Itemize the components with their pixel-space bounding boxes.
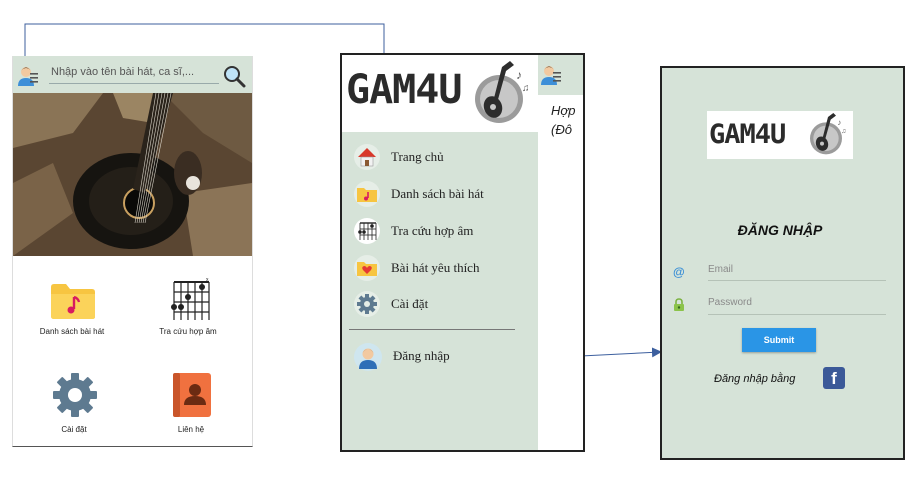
menu-item-favorites[interactable]: Bài hát yêu thích [354,253,534,283]
lock-icon [674,298,684,311]
tile-label-chord-lookup: Tra cứu hợp âm [159,327,217,336]
home-top-bar: Nhập vào tên bài hát, ca sĩ,... [13,56,252,93]
menu-divider [349,329,515,330]
gear-icon [354,291,380,317]
app-logo: GAM4U ♪ ♫ [707,111,853,159]
guitar-logo-icon: ♪ ♫ [810,113,846,155]
submit-button[interactable]: Submit [742,328,816,352]
content-peek-line-2: (Đô [551,122,572,137]
svg-text:♫: ♫ [522,83,530,94]
menu-item-login[interactable]: Đăng nhập [354,341,534,371]
search-input[interactable]: Nhập vào tên bài hát, ca sĩ,... [51,66,194,78]
contact-book-icon[interactable] [171,372,213,418]
email-icon: @ [673,265,685,279]
content-peek-line-1: Hợp [551,103,576,118]
search-underline [49,83,219,84]
music-folder-icon [354,181,380,207]
svg-text:♫: ♫ [841,128,846,135]
user-menu-icon[interactable] [17,65,39,87]
user-avatar-icon [354,343,382,371]
login-screen: GAM4U ♪ ♫ ĐĂNG NHẬP @ Email Password Sub… [660,66,905,460]
menu-item-song-list[interactable]: Danh sách bài hát [354,179,534,209]
menu-item-settings[interactable]: Cài đặt [354,289,534,319]
facebook-icon[interactable]: f [823,367,845,389]
navigation-drawer: GAM4U ♪ ♫ Trang chủ Danh sách bài hát Tr… [342,55,538,450]
email-underline [708,280,886,281]
menu-label-login: Đăng nhập [393,348,450,363]
tile-label-song-list: Danh sách bài hát [39,327,105,336]
guitar-hero-image [13,93,252,256]
menu-label-favorites: Bài hát yêu thích [391,260,480,275]
search-icon[interactable] [222,64,246,88]
svg-text:♪: ♪ [837,118,841,127]
tile-label-contact: Liên hệ [177,425,205,434]
home-icon [354,144,380,170]
email-field[interactable]: Email [708,264,733,275]
drawer-screen: Hợp (Đô GAM4U ♪ ♫ Trang chủ Danh sách bà… [340,53,585,452]
logo-wordmark: GAM4U [346,67,462,113]
menu-label-song-list: Danh sách bài hát [391,186,484,201]
password-underline [708,314,886,315]
app-logo: GAM4U ♪ ♫ [342,55,538,132]
menu-label-chord-lookup: Tra cứu hợp âm [391,223,474,238]
password-field[interactable]: Password [708,297,752,308]
music-folder-icon[interactable] [50,282,96,320]
facebook-login-label: Đăng nhập bằng [714,373,796,385]
tile-label-settings: Cài đặt [61,425,87,434]
home-screen: Nhập vào tên bài hát, ca sĩ,... Danh sác… [12,56,253,447]
menu-item-chord-lookup[interactable]: Tra cứu hợp âm [354,216,534,246]
chord-chart-icon[interactable]: x [166,278,212,324]
svg-text:♪: ♪ [516,68,522,82]
logo-wordmark: GAM4U [709,119,786,150]
chord-chart-icon [354,218,380,244]
menu-item-home[interactable]: Trang chủ [354,142,534,172]
login-title: ĐĂNG NHẬP [737,222,823,238]
gear-icon[interactable] [52,372,98,418]
menu-label-settings: Cài đặt [391,296,429,311]
menu-label-home: Trang chủ [391,149,444,164]
user-menu-icon[interactable] [540,64,562,86]
content-top-bar [538,55,583,95]
heart-folder-icon [354,255,380,281]
guitar-logo-icon: ♪ ♫ [475,61,530,123]
